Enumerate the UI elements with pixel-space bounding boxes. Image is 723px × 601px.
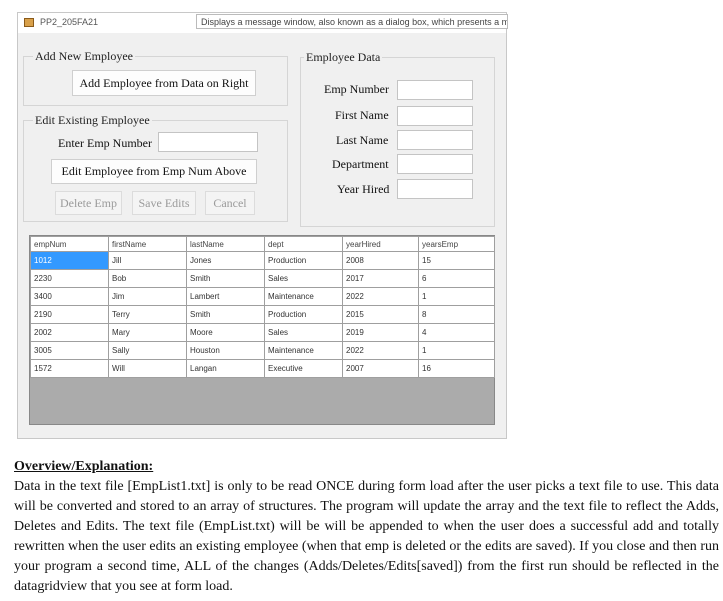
edit-employee-button[interactable]: Edit Employee from Emp Num Above bbox=[51, 159, 257, 184]
table-row[interactable]: 2230 Bob Smith Sales 2017 6 bbox=[30, 269, 495, 288]
table-cell[interactable]: 2015 bbox=[342, 305, 419, 324]
table-cell[interactable]: Lambert bbox=[186, 287, 265, 306]
table-row[interactable]: 2190 Terry Smith Production 2015 8 bbox=[30, 305, 495, 324]
table-row[interactable]: 1012 Jill Jones Production 2008 15 bbox=[30, 251, 495, 270]
table-cell[interactable]: 16 bbox=[418, 359, 495, 378]
table-cell[interactable]: 1572 bbox=[30, 359, 109, 378]
table-row[interactable]: 2002 Mary Moore Sales 2019 4 bbox=[30, 323, 495, 342]
app-window: PP2_205FA21 Displays a message window, a… bbox=[17, 12, 508, 439]
add-employee-group-title: Add New Employee bbox=[33, 49, 135, 64]
overview-title: Overview/Explanation: bbox=[14, 459, 154, 474]
year-hired-label: Year Hired bbox=[337, 182, 390, 196]
emp-number-input[interactable] bbox=[397, 80, 473, 100]
table-cell[interactable]: Sally bbox=[108, 341, 187, 360]
column-header[interactable]: firstName bbox=[108, 236, 187, 252]
table-cell[interactable]: 1 bbox=[418, 341, 495, 360]
table-cell[interactable]: 2022 bbox=[342, 341, 419, 360]
table-cell[interactable]: Jones bbox=[186, 251, 265, 270]
employee-data-group-title: Employee Data bbox=[304, 50, 383, 65]
table-cell[interactable]: 2008 bbox=[342, 251, 419, 270]
table-cell[interactable]: 2022 bbox=[342, 287, 419, 306]
window-title: PP2_205FA21 bbox=[40, 17, 99, 27]
column-header[interactable]: empNum bbox=[30, 236, 109, 252]
table-cell[interactable]: 6 bbox=[418, 269, 495, 288]
table-cell[interactable]: Will bbox=[108, 359, 187, 378]
department-label: Department bbox=[332, 157, 389, 171]
table-cell[interactable]: Jim bbox=[108, 287, 187, 306]
table-cell[interactable]: 2230 bbox=[30, 269, 109, 288]
year-hired-input[interactable] bbox=[397, 179, 473, 199]
first-name-label: First Name bbox=[335, 108, 389, 122]
department-input[interactable] bbox=[397, 154, 473, 174]
table-cell[interactable]: 15 bbox=[418, 251, 495, 270]
table-cell[interactable]: 4 bbox=[418, 323, 495, 342]
enter-emp-number-label: Enter Emp Number bbox=[58, 136, 152, 150]
edit-employee-group-title: Edit Existing Employee bbox=[33, 113, 152, 128]
table-cell[interactable]: 2190 bbox=[30, 305, 109, 324]
table-cell[interactable]: 1 bbox=[418, 287, 495, 306]
table-cell[interactable]: Smith bbox=[186, 269, 265, 288]
column-header[interactable]: dept bbox=[264, 236, 343, 252]
table-cell[interactable]: Sales bbox=[264, 269, 343, 288]
table-cell[interactable]: Maintenance bbox=[264, 287, 343, 306]
table-cell[interactable]: Houston bbox=[186, 341, 265, 360]
table-cell[interactable]: Mary bbox=[108, 323, 187, 342]
employee-datagridview[interactable]: empNum firstName lastName dept yearHired… bbox=[29, 235, 495, 425]
table-row[interactable]: 3400 Jim Lambert Maintenance 2022 1 bbox=[30, 287, 495, 306]
app-icon bbox=[24, 18, 34, 27]
employee-table: empNum firstName lastName dept yearHired… bbox=[30, 236, 495, 378]
table-row[interactable]: 3005 Sally Houston Maintenance 2022 1 bbox=[30, 341, 495, 360]
table-cell[interactable]: Production bbox=[264, 305, 343, 324]
table-cell[interactable]: Smith bbox=[186, 305, 265, 324]
add-employee-button[interactable]: Add Employee from Data on Right bbox=[72, 70, 256, 96]
column-header[interactable]: yearsEmp bbox=[418, 236, 495, 252]
emp-number-label: Emp Number bbox=[324, 82, 389, 96]
table-cell[interactable]: 1012 bbox=[30, 251, 109, 270]
table-cell[interactable]: 2002 bbox=[30, 323, 109, 342]
table-cell[interactable]: 2019 bbox=[342, 323, 419, 342]
tooltip: Displays a message window, also known as… bbox=[196, 14, 508, 29]
title-bar: PP2_205FA21 Displays a message window, a… bbox=[18, 13, 508, 33]
last-name-input[interactable] bbox=[397, 130, 473, 150]
table-cell[interactable]: Langan bbox=[186, 359, 265, 378]
table-cell[interactable]: 8 bbox=[418, 305, 495, 324]
enter-emp-number-input[interactable] bbox=[158, 132, 258, 152]
last-name-label: Last Name bbox=[336, 133, 389, 147]
table-cell[interactable]: 3005 bbox=[30, 341, 109, 360]
table-cell[interactable]: Maintenance bbox=[264, 341, 343, 360]
table-cell[interactable]: Sales bbox=[264, 323, 343, 342]
table-cell[interactable]: Executive bbox=[264, 359, 343, 378]
header-row: empNum firstName lastName dept yearHired… bbox=[30, 236, 495, 252]
table-cell[interactable]: 2007 bbox=[342, 359, 419, 378]
table-row[interactable]: 1572 Will Langan Executive 2007 16 bbox=[30, 359, 495, 378]
cancel-button[interactable]: Cancel bbox=[205, 191, 255, 215]
overview-body: Data in the text file [EmpList1.txt] is … bbox=[14, 479, 719, 594]
table-cell[interactable]: Terry bbox=[108, 305, 187, 324]
table-cell[interactable]: Jill bbox=[108, 251, 187, 270]
table-cell[interactable]: Moore bbox=[186, 323, 265, 342]
table-cell[interactable]: Bob bbox=[108, 269, 187, 288]
first-name-input[interactable] bbox=[397, 106, 473, 126]
table-cell[interactable]: Production bbox=[264, 251, 343, 270]
delete-emp-button[interactable]: Delete Emp bbox=[55, 191, 122, 215]
column-header[interactable]: lastName bbox=[186, 236, 265, 252]
column-header[interactable]: yearHired bbox=[342, 236, 419, 252]
overview-section: Overview/Explanation: Data in the text f… bbox=[14, 457, 719, 597]
table-cell[interactable]: 2017 bbox=[342, 269, 419, 288]
table-cell[interactable]: 3400 bbox=[30, 287, 109, 306]
save-edits-button[interactable]: Save Edits bbox=[132, 191, 196, 215]
